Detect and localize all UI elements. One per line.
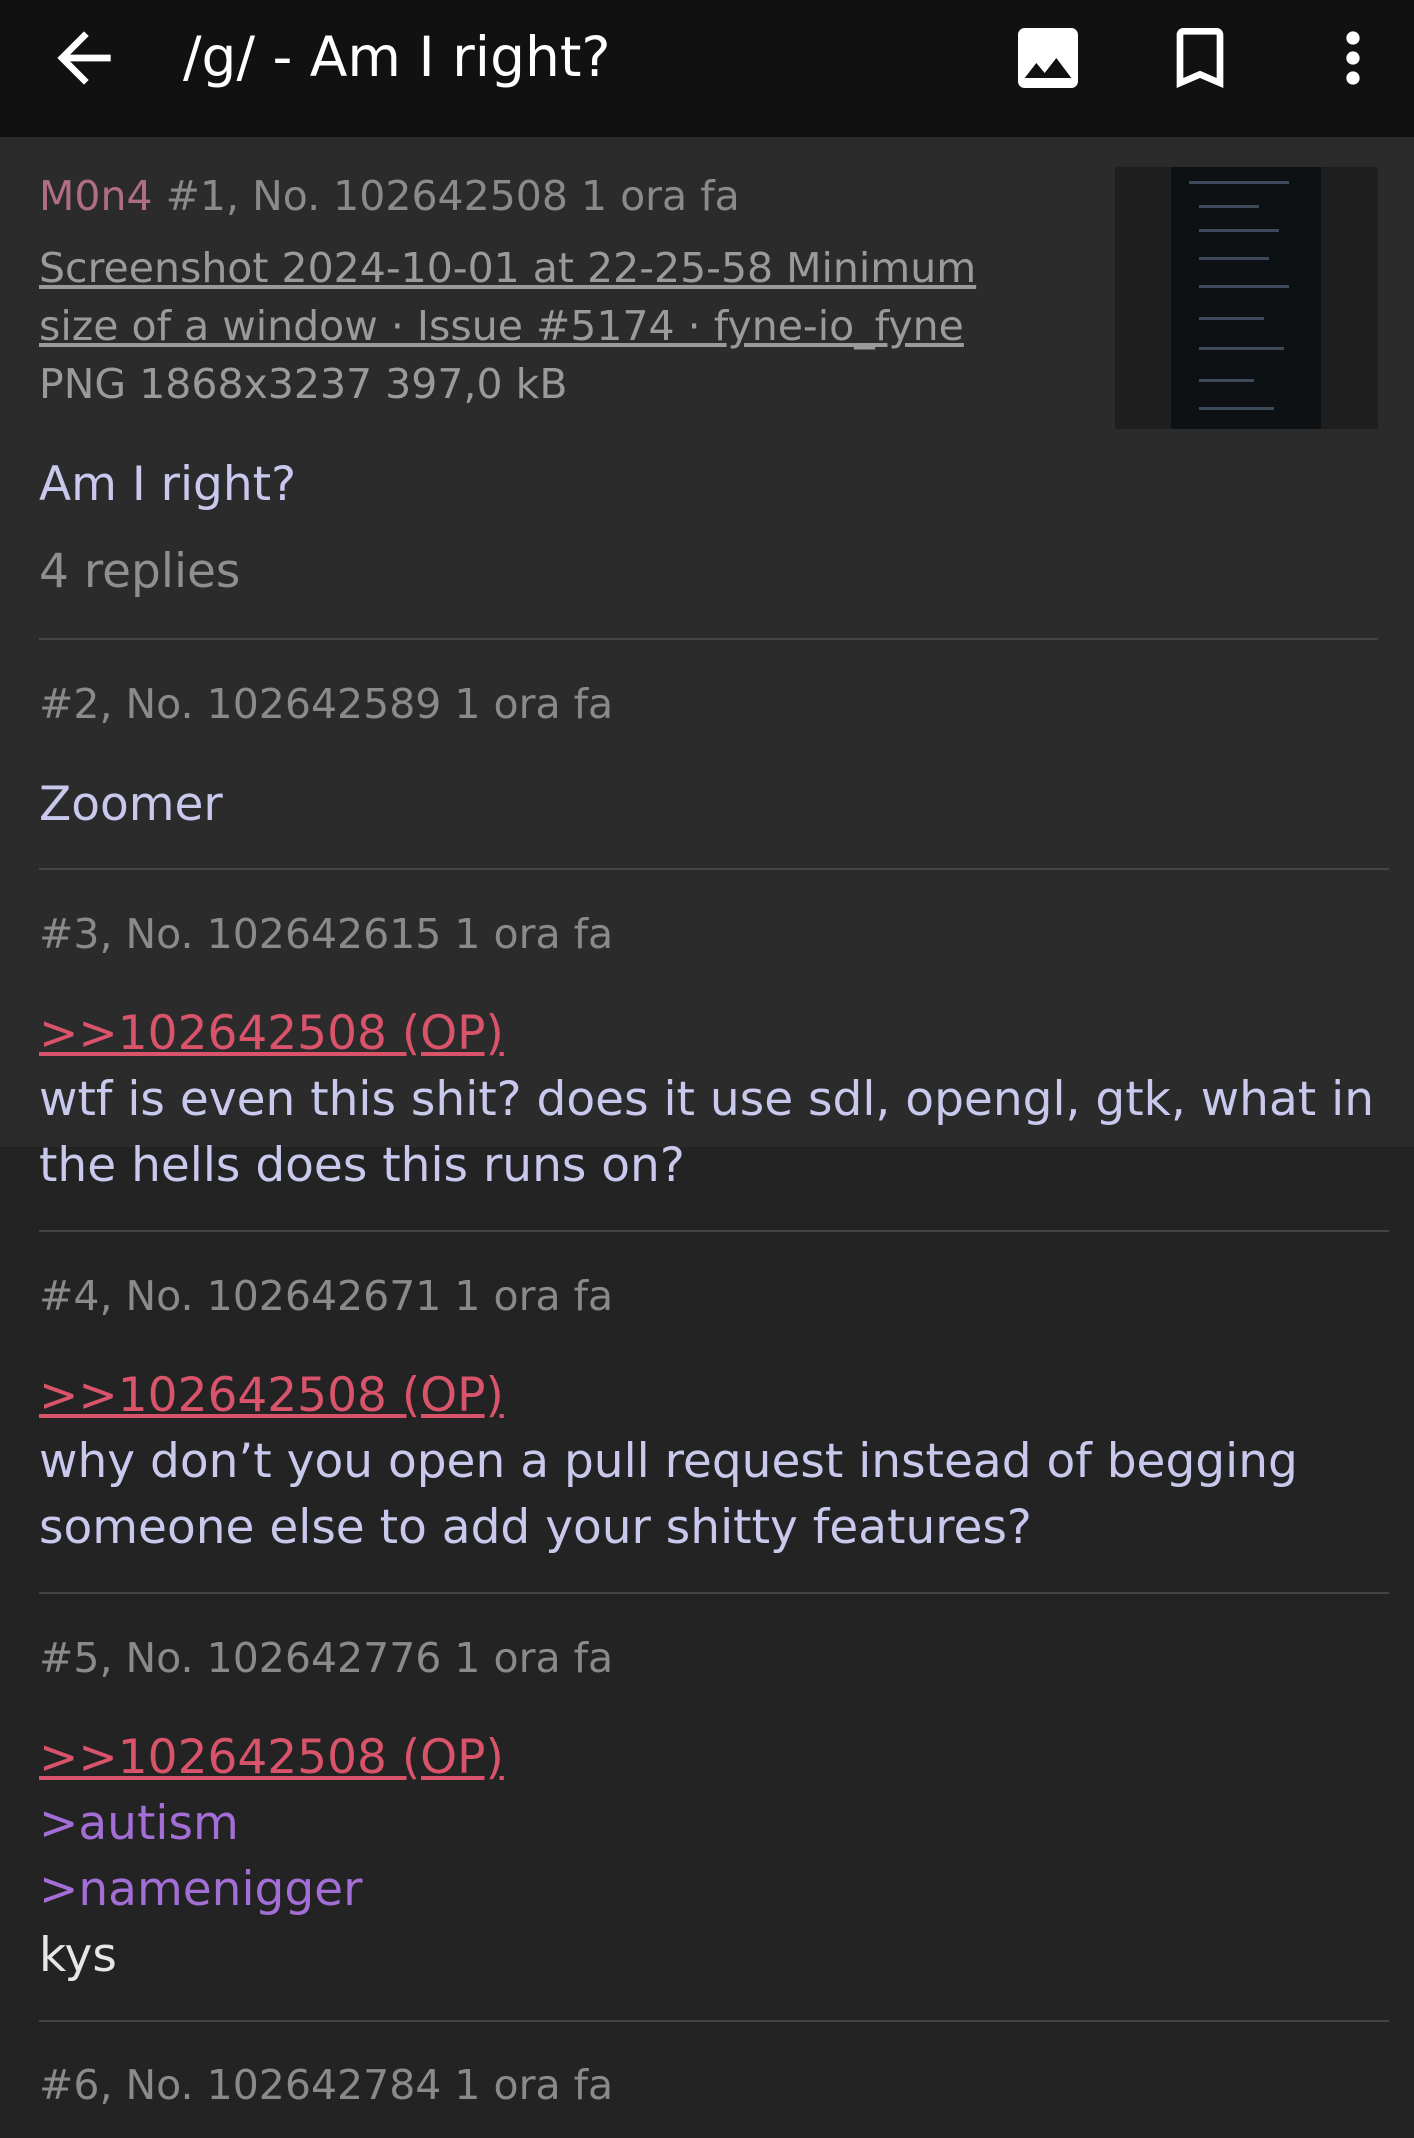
divider [39,1592,1389,1594]
quote-link[interactable]: >>102642508 (OP) [39,1001,1374,1067]
quote-link[interactable]: >>102642508 (OP) [39,1363,1298,1429]
op-comment: Am I right? [39,457,297,512]
post-meta: #5, No. 102642776 1 ora fa [39,1634,614,1682]
more-vertical-icon[interactable] [1313,18,1393,98]
post-meta: #6, No. 102642784 1 ora fa [39,2061,614,2109]
op-post-meta: M0n4 #1, No. 102642508 1 ora fa [39,172,740,220]
filename-line[interactable]: size of a window · Issue #5174 · fyne-io… [39,297,1019,355]
attachment-filename[interactable]: Screenshot 2024-10-01 at 22-25-58 Minimu… [39,239,1019,413]
quote-link[interactable]: >>102642508 (OP) [39,1725,504,1791]
filename-line[interactable]: Screenshot 2024-10-01 at 22-25-58 Minimu… [39,239,1019,297]
bookmark-icon[interactable] [1160,18,1240,98]
post-body: >>102642508 (OP) wtf is even this shit? … [39,1001,1374,1199]
post-body: >>102642508 (OP) >autism >namenigger kys [39,1725,504,1989]
post-body: >>102642508 (OP) why don’t you open a pu… [39,1363,1298,1561]
post-comment-line: kys [39,1928,117,1983]
divider [39,638,1378,640]
replies-count[interactable]: 4 replies [39,544,240,599]
post-meta: #1, No. 102642508 1 ora fa [165,172,740,220]
post-comment-line: why don’t you open a pull request instea… [39,1434,1298,1489]
thumbnail-image [1171,167,1321,429]
post-comment-line: the hells does this runs on? [39,1138,685,1193]
post-meta: #3, No. 102642615 1 ora fa [39,910,614,958]
post-comment-line: wtf is even this shit? does it use sdl, … [39,1072,1374,1127]
post-meta: #2, No. 102642589 1 ora fa [39,680,614,728]
image-icon[interactable] [1008,18,1088,98]
post-comment: Zoomer [39,777,223,832]
app-bar: /g/ - Am I right? [0,0,1414,137]
poster-name[interactable]: M0n4 [39,172,153,220]
post-meta: #4, No. 102642671 1 ora fa [39,1272,614,1320]
greentext-line: >namenigger [39,1862,363,1917]
attachment-thumbnail[interactable] [1115,167,1378,429]
post-comment-line: someone else to add your shitty features… [39,1500,1032,1555]
file-info: PNG 1868x3237 397,0 kB [39,360,568,408]
divider [39,1230,1389,1232]
divider [39,868,1389,870]
divider [39,2020,1389,2022]
greentext-line: >autism [39,1796,239,1851]
page-title: /g/ - Am I right? [183,25,611,89]
back-arrow-icon[interactable] [44,18,124,98]
